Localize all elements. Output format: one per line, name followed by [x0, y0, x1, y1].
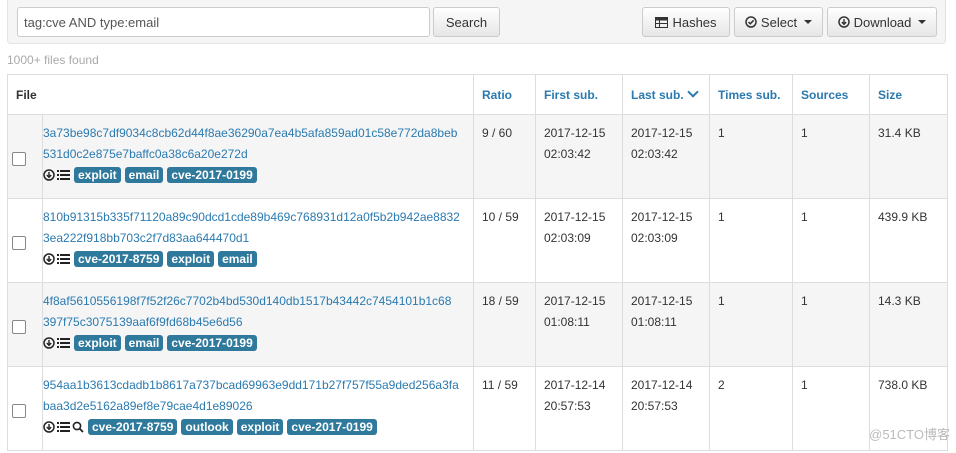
sort-descending-icon — [687, 85, 699, 98]
list-icon[interactable] — [57, 253, 70, 265]
tag-badge[interactable]: exploit — [167, 251, 215, 267]
tag-badge[interactable]: email — [218, 251, 257, 267]
tag-badge[interactable]: exploit — [74, 167, 121, 183]
tag-badge[interactable]: exploit — [236, 419, 284, 435]
ratio-cell: 10 / 59 — [473, 198, 536, 283]
file-hash-link[interactable]: 3a73be98c7df9034c8cb62d44f8ae36290a7ea4b… — [43, 123, 473, 165]
last-sub-cell: 2017-12-15 02:03:09 — [622, 198, 710, 283]
first-sub-cell: 2017-12-15 01:08:11 — [535, 282, 623, 367]
size-cell: 439.9 KB — [869, 198, 948, 283]
last-sub-cell: 2017-12-15 02:03:42 — [622, 114, 710, 199]
caret-down-icon — [804, 20, 813, 24]
row-checkbox[interactable] — [12, 151, 26, 166]
table-row[interactable]: 810b91315b335f71120a89c90dcd1cde89b469c7… — [7, 198, 948, 283]
results-count: 1000+ files found — [7, 53, 99, 67]
table-row[interactable]: 954aa1b3613cdadb1b8617a737bcad69963e9dd1… — [7, 366, 948, 451]
file-cell: 4f8af5610556198f7f52f26c7702b4bd530d140d… — [7, 282, 474, 367]
column-last-sub-label: Last sub. — [631, 87, 684, 102]
ratio-cell: 18 / 59 — [473, 282, 536, 367]
size-cell: 31.4 KB — [869, 114, 948, 199]
search-icon[interactable] — [72, 421, 84, 433]
column-times-sub-label: Times sub. — [718, 87, 781, 102]
select-dropdown-button[interactable]: Select — [734, 7, 823, 37]
file-hash-link[interactable]: 4f8af5610556198f7f52f26c7702b4bd530d140d… — [43, 291, 473, 333]
last-sub-cell: 2017-12-15 01:08:11 — [622, 282, 710, 367]
column-times-sub[interactable]: Times sub. — [709, 74, 793, 115]
file-cell: 954aa1b3613cdadb1b8617a737bcad69963e9dd1… — [7, 366, 474, 451]
file-actions: exploit email cve-2017-0199 — [43, 335, 473, 351]
tag-badge[interactable]: cve-2017-0199 — [287, 419, 377, 435]
tag-badge[interactable]: cve-2017-8759 — [74, 251, 164, 267]
check-circle-icon — [745, 16, 757, 28]
times-sub-cell: 1 — [709, 114, 793, 199]
column-file: File — [7, 74, 474, 115]
sources-cell: 1 — [792, 282, 870, 367]
column-ratio[interactable]: Ratio — [473, 74, 536, 115]
row-checkbox[interactable] — [12, 319, 26, 334]
file-cell: 3a73be98c7df9034c8cb62d44f8ae36290a7ea4b… — [7, 114, 474, 199]
first-sub-cell: 2017-12-14 20:57:53 — [535, 366, 623, 451]
watermark: @51CTO博客 — [869, 427, 950, 442]
column-size-label: Size — [878, 87, 903, 102]
table-icon — [655, 16, 669, 28]
download-icon[interactable] — [43, 421, 55, 433]
tag-badge[interactable]: email — [124, 167, 164, 183]
times-sub-cell: 1 — [709, 198, 793, 283]
tag-badge[interactable]: cve-2017-8759 — [88, 419, 178, 435]
column-sources[interactable]: Sources — [792, 74, 870, 115]
sources-cell: 1 — [792, 366, 870, 451]
first-sub-cell: 2017-12-15 02:03:09 — [535, 198, 623, 283]
tag-badge[interactable]: exploit — [74, 335, 121, 351]
list-icon[interactable] — [57, 337, 70, 349]
file-hash-link[interactable]: 954aa1b3613cdadb1b8617a737bcad69963e9dd1… — [43, 375, 473, 417]
tag-badge[interactable]: cve-2017-0199 — [167, 335, 257, 351]
tag-badge[interactable]: cve-2017-0199 — [167, 167, 257, 183]
row-checkbox[interactable] — [12, 403, 26, 418]
table-row[interactable]: 4f8af5610556198f7f52f26c7702b4bd530d140d… — [7, 282, 948, 367]
times-sub-cell: 2 — [709, 366, 793, 451]
column-first-sub[interactable]: First sub. — [535, 74, 623, 115]
download-icon[interactable] — [43, 337, 55, 349]
download-button-label: Download — [853, 14, 912, 30]
file-cell: 810b91315b335f71120a89c90dcd1cde89b469c7… — [7, 198, 474, 283]
search-toolbar: Search Hashes Select Download — [7, 0, 946, 44]
download-icon[interactable] — [43, 169, 55, 181]
results-table: File Ratio First sub. Last sub. Times su… — [7, 74, 948, 451]
column-first-sub-label: First sub. — [544, 87, 599, 102]
search-button-label: Search — [445, 14, 488, 30]
search-button[interactable]: Search — [433, 7, 500, 37]
sources-cell: 1 — [792, 114, 870, 199]
caret-down-icon — [918, 20, 927, 24]
search-input[interactable] — [17, 7, 430, 37]
list-icon[interactable] — [57, 169, 70, 181]
file-actions: cve-2017-8759 outlook exploit cve-2017-0199 — [43, 419, 473, 435]
size-cell: 14.3 KB — [869, 282, 948, 367]
tag-badge[interactable]: email — [124, 335, 164, 351]
download-icon[interactable] — [43, 253, 55, 265]
file-actions: cve-2017-8759 exploit email — [43, 251, 473, 267]
download-dropdown-button[interactable]: Download — [827, 7, 937, 37]
row-checkbox[interactable] — [12, 235, 26, 250]
times-sub-cell: 1 — [709, 282, 793, 367]
last-sub-cell: 2017-12-14 20:57:53 — [622, 366, 710, 451]
column-ratio-label: Ratio — [482, 87, 512, 102]
file-actions: exploit email cve-2017-0199 — [43, 167, 473, 183]
hashes-button-label: Hashes — [672, 14, 717, 30]
file-hash-link[interactable]: 810b91315b335f71120a89c90dcd1cde89b469c7… — [43, 207, 473, 249]
table-row[interactable]: 3a73be98c7df9034c8cb62d44f8ae36290a7ea4b… — [7, 114, 948, 199]
ratio-cell: 11 / 59 — [473, 366, 536, 451]
select-button-label: Select — [760, 14, 798, 30]
column-last-sub[interactable]: Last sub. — [622, 74, 710, 115]
list-icon[interactable] — [57, 421, 70, 433]
column-size[interactable]: Size — [869, 74, 948, 115]
sources-cell: 1 — [792, 198, 870, 283]
download-icon — [837, 16, 850, 28]
ratio-cell: 9 / 60 — [473, 114, 536, 199]
table-header-row: File Ratio First sub. Last sub. Times su… — [7, 74, 948, 115]
hashes-button[interactable]: Hashes — [642, 7, 730, 37]
column-sources-label: Sources — [801, 87, 849, 102]
first-sub-cell: 2017-12-15 02:03:42 — [535, 114, 623, 199]
tag-badge[interactable]: outlook — [181, 419, 233, 435]
